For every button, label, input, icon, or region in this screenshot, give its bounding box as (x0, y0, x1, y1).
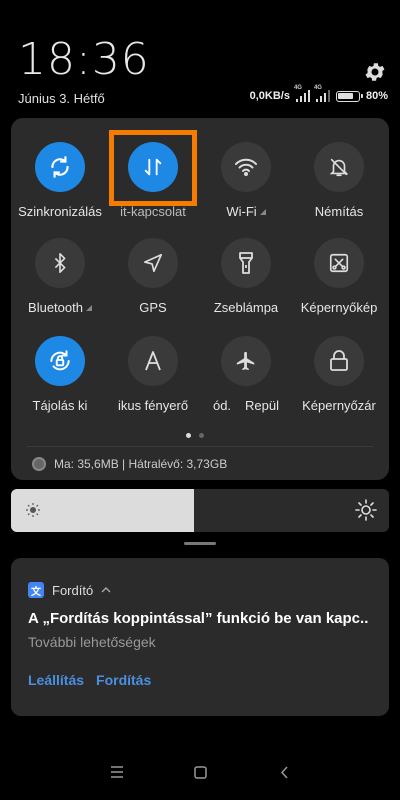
page-dot (199, 433, 204, 438)
sim2-network-type: 4G (313, 85, 322, 91)
notification-app-name: Fordító (52, 582, 94, 598)
screenshot-icon (314, 238, 364, 288)
flashlight-icon (221, 238, 271, 288)
page-indicator (186, 433, 204, 438)
back-icon[interactable] (280, 766, 289, 779)
tile-gps[interactable]: GPS (105, 238, 201, 316)
brightness-slider[interactable] (11, 489, 389, 532)
page-dot-active (186, 433, 191, 438)
tile-wifi[interactable]: Wi-Fi (198, 142, 294, 220)
tile-label: Bluetooth (12, 300, 108, 316)
tile-label: GPS (139, 300, 167, 315)
battery-fill (338, 93, 353, 99)
stop-button[interactable]: Leállítás (28, 672, 84, 688)
lock-icon (314, 336, 364, 386)
net-speed: 0,0KB/s (249, 90, 290, 102)
navigation-bar (0, 760, 400, 790)
brightness-high-icon (355, 499, 377, 521)
bluetooth-icon (35, 238, 85, 288)
tile-label: Szinkronizálás (18, 204, 102, 219)
menu-icon[interactable] (110, 766, 124, 778)
battery-percent: 80% (365, 90, 388, 102)
tile-flashlight[interactable]: Zseblámpa (198, 238, 294, 316)
tile-screen-lock[interactable]: Képernyőzár (291, 336, 387, 414)
notification-subtitle: További lehetőségek (28, 634, 156, 650)
gear-icon[interactable] (363, 60, 387, 84)
highlight-box (109, 130, 197, 206)
tile-sync[interactable]: Szinkronizálás (12, 142, 108, 220)
memory-text: Ma: 35,6MB | Hátralévő: 3,73GB (54, 457, 228, 471)
chevron-up-icon[interactable] (101, 587, 111, 593)
notification-card[interactable]: 文 Fordító A „Fordítás koppintással” funk… (11, 558, 389, 716)
translate-app-icon: 文 (28, 582, 44, 598)
brightness-low-icon (26, 503, 40, 517)
divider (27, 446, 373, 447)
gps-icon (128, 238, 178, 288)
notification-actions: Leállítás Fordítás (28, 672, 151, 688)
tile-label: Képernyőkép (300, 300, 378, 315)
tile-airplane-mode[interactable]: ód. Repül (198, 336, 294, 414)
notification-header[interactable]: 文 Fordító (28, 582, 111, 598)
signal-sim2-icon: 4G (314, 85, 330, 102)
tile-bluetooth[interactable]: Bluetooth (12, 238, 108, 316)
tile-label: Zseblámpa (213, 300, 279, 315)
rotation-lock-icon (35, 336, 85, 386)
tile-label: ód. Repül (212, 398, 280, 413)
tile-label: it-kapcsolat (120, 204, 186, 219)
tile-screenshot[interactable]: Képernyőkép (291, 238, 387, 316)
drag-handle[interactable] (184, 542, 216, 545)
mute-icon (314, 142, 364, 192)
tile-label: Tájolás ki (32, 398, 88, 413)
battery-icon (335, 90, 363, 102)
signal-sim1-icon: 4G (294, 85, 310, 102)
memory-status[interactable]: Ma: 35,6MB | Hátralévő: 3,73GB (32, 457, 227, 471)
tile-label: Némítás (314, 204, 364, 219)
tile-label: Wi-Fi (198, 204, 294, 220)
tile-label: ikus fényerő (117, 398, 189, 413)
status-icons: 0,0KB/s 4G 4G 80% (249, 85, 388, 102)
tile-rotation-lock[interactable]: Tájolás ki (12, 336, 108, 414)
wifi-icon (221, 142, 271, 192)
home-icon[interactable] (194, 766, 207, 779)
translate-button[interactable]: Fordítás (96, 672, 151, 688)
airplane-icon (221, 336, 271, 386)
notification-title: A „Fordítás koppintással” funkció be van… (28, 610, 369, 627)
clock[interactable]: 18:36 (18, 34, 150, 85)
sim1-network-type: 4G (293, 85, 302, 91)
tile-auto-brightness[interactable]: ikus fényerő (105, 336, 201, 414)
tile-mute[interactable]: Némítás (291, 142, 387, 220)
auto-brightness-icon (128, 336, 178, 386)
sync-icon (35, 142, 85, 192)
date[interactable]: Június 3. Hétfő (18, 91, 105, 106)
memory-icon (32, 457, 46, 471)
tile-label: Képernyőzár (302, 398, 376, 413)
